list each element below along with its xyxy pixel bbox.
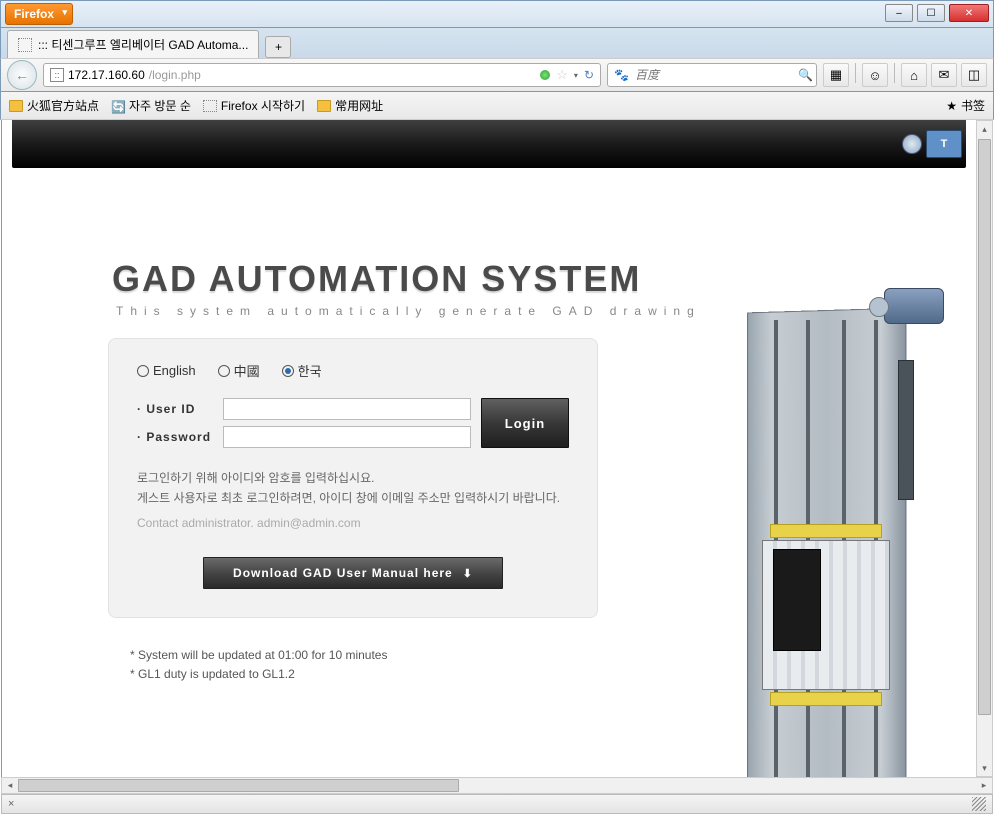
bookmark-icon: 🔄 xyxy=(111,100,125,112)
connection-status-icon xyxy=(540,70,550,80)
elevator-counterweight xyxy=(898,360,914,500)
bookmark-label: Firefox 시작하기 xyxy=(221,97,305,114)
download-label: Download GAD User Manual here xyxy=(233,566,453,580)
vertical-scrollbar[interactable]: ▴ ▾ xyxy=(976,120,993,777)
lang-label: 한국 xyxy=(298,361,322,380)
search-engine-icon[interactable]: 🐾 xyxy=(614,68,629,82)
toolbar-separator xyxy=(855,63,856,83)
statusbar-close-button[interactable]: × xyxy=(8,798,14,810)
refresh-icon[interactable]: ↻ xyxy=(584,68,594,82)
toolbar-downloads-button[interactable]: ▦ xyxy=(823,63,849,87)
window-close-button[interactable]: ✕ xyxy=(949,4,989,22)
lang-english[interactable]: English xyxy=(137,361,196,380)
browser-tab[interactable]: ::: 티센그루프 엘리베이터 GAD Automa... xyxy=(7,30,259,58)
bookmark-huohu[interactable]: 火狐官方站点 xyxy=(9,97,99,114)
new-tab-button[interactable]: + xyxy=(265,36,291,58)
bookmark-menu[interactable]: ★ 书签 xyxy=(946,97,985,114)
star-icon: ★ xyxy=(946,99,957,113)
login-panel: English 中國 한국 User ID Password Login xyxy=(108,338,598,618)
bookmark-label: 자주 방문 순 xyxy=(129,97,191,114)
scroll-left-button[interactable]: ◂ xyxy=(2,778,18,793)
company-logo-badge: T xyxy=(926,130,962,158)
site-identity-icon[interactable]: :: xyxy=(50,68,64,82)
lang-label: English xyxy=(153,363,196,378)
toolbar-panel-button[interactable]: ◫ xyxy=(961,63,987,87)
hint-line-2: 게스트 사용자로 최초 로그인하려면, 아이디 창에 이메일 주소만 입력하시기… xyxy=(137,488,569,508)
tab-favicon xyxy=(18,38,32,52)
status-bar: × xyxy=(1,794,993,814)
password-label: Password xyxy=(137,430,215,444)
bookmark-frequent[interactable]: 🔄 자주 방문 순 xyxy=(111,97,191,114)
contact-line: Contact administrator. admin@admin.com xyxy=(137,513,569,533)
radio-icon xyxy=(218,365,230,377)
page-viewport: T GAD AUTOMATION SYSTEM This system auto… xyxy=(1,120,976,777)
resize-grip[interactable] xyxy=(972,797,986,811)
password-input[interactable] xyxy=(223,426,471,448)
scroll-down-button[interactable]: ▾ xyxy=(977,760,992,776)
search-go-icon[interactable]: 🔍 xyxy=(798,68,813,82)
folder-icon xyxy=(317,100,331,112)
bookmark-common[interactable]: 常用网址 xyxy=(317,97,383,114)
scroll-thumb[interactable] xyxy=(978,139,991,715)
userid-label: User ID xyxy=(137,402,215,416)
company-logo-icon xyxy=(902,134,922,154)
page-icon xyxy=(203,100,217,112)
bookmarks-toolbar: 火狐官方站点 🔄 자주 방문 순 Firefox 시작하기 常用网址 ★ 书签 xyxy=(0,92,994,120)
folder-icon xyxy=(9,100,23,112)
window-maximize-button[interactable]: ☐ xyxy=(917,4,945,22)
bookmark-label: 火狐官方站点 xyxy=(27,97,99,114)
firefox-menu-button[interactable]: Firefox xyxy=(5,3,73,25)
back-button[interactable]: ← xyxy=(7,60,37,90)
toolbar-mail-button[interactable]: ✉ xyxy=(931,63,957,87)
url-dropdown-icon[interactable]: ▾ xyxy=(574,71,578,80)
tab-bar: ::: 티센그루프 엘리베이터 GAD Automa... + xyxy=(0,28,994,58)
search-input[interactable] xyxy=(635,68,792,82)
toolbar-separator xyxy=(894,63,895,83)
lang-korean[interactable]: 한국 xyxy=(282,361,322,380)
elevator-motor xyxy=(884,288,944,324)
bookmark-label: 书签 xyxy=(961,97,985,114)
radio-icon xyxy=(282,365,294,377)
bookmark-star-icon[interactable]: ☆ xyxy=(556,67,568,83)
scroll-right-button[interactable]: ▸ xyxy=(976,778,992,793)
language-selector: English 中國 한국 xyxy=(137,361,569,380)
bookmark-firefox-start[interactable]: Firefox 시작하기 xyxy=(203,97,305,114)
window-minimize-button[interactable]: – xyxy=(885,4,913,22)
toolbar-smiley-button[interactable]: ☺ xyxy=(862,63,888,87)
search-field[interactable]: 🐾 🔍 xyxy=(607,63,817,87)
elevator-illustration xyxy=(716,280,956,777)
login-button[interactable]: Login xyxy=(481,398,569,448)
url-path: /login.php xyxy=(149,68,201,82)
userid-input[interactable] xyxy=(223,398,471,420)
tab-title: ::: 티센그루프 엘리베이터 GAD Automa... xyxy=(38,36,248,53)
download-manual-button[interactable]: Download GAD User Manual here ⬇ xyxy=(203,557,503,589)
radio-icon xyxy=(137,365,149,377)
lang-chinese[interactable]: 中國 xyxy=(218,361,260,380)
toolbar-home-button[interactable]: ⌂ xyxy=(901,63,927,87)
page-header-bar: T xyxy=(12,120,966,168)
hint-line-1: 로그인하기 위해 아이디와 암호를 입력하십시요. xyxy=(137,468,569,488)
download-icon: ⬇ xyxy=(463,567,473,580)
window-titlebar: Firefox – ☐ ✕ xyxy=(0,0,994,28)
lang-label: 中國 xyxy=(234,361,260,380)
elevator-cab xyxy=(762,540,890,690)
scroll-up-button[interactable]: ▴ xyxy=(977,121,992,137)
navigation-toolbar: ← :: 172.17.160.60/login.php ☆ ▾ ↻ 🐾 🔍 ▦… xyxy=(0,58,994,92)
scroll-thumb[interactable] xyxy=(18,779,459,792)
url-host: 172.17.160.60 xyxy=(68,68,145,82)
url-field[interactable]: :: 172.17.160.60/login.php ☆ ▾ ↻ xyxy=(43,63,601,87)
horizontal-scrollbar[interactable]: ◂ ▸ xyxy=(1,777,993,794)
bookmark-label: 常用网址 xyxy=(335,97,383,114)
